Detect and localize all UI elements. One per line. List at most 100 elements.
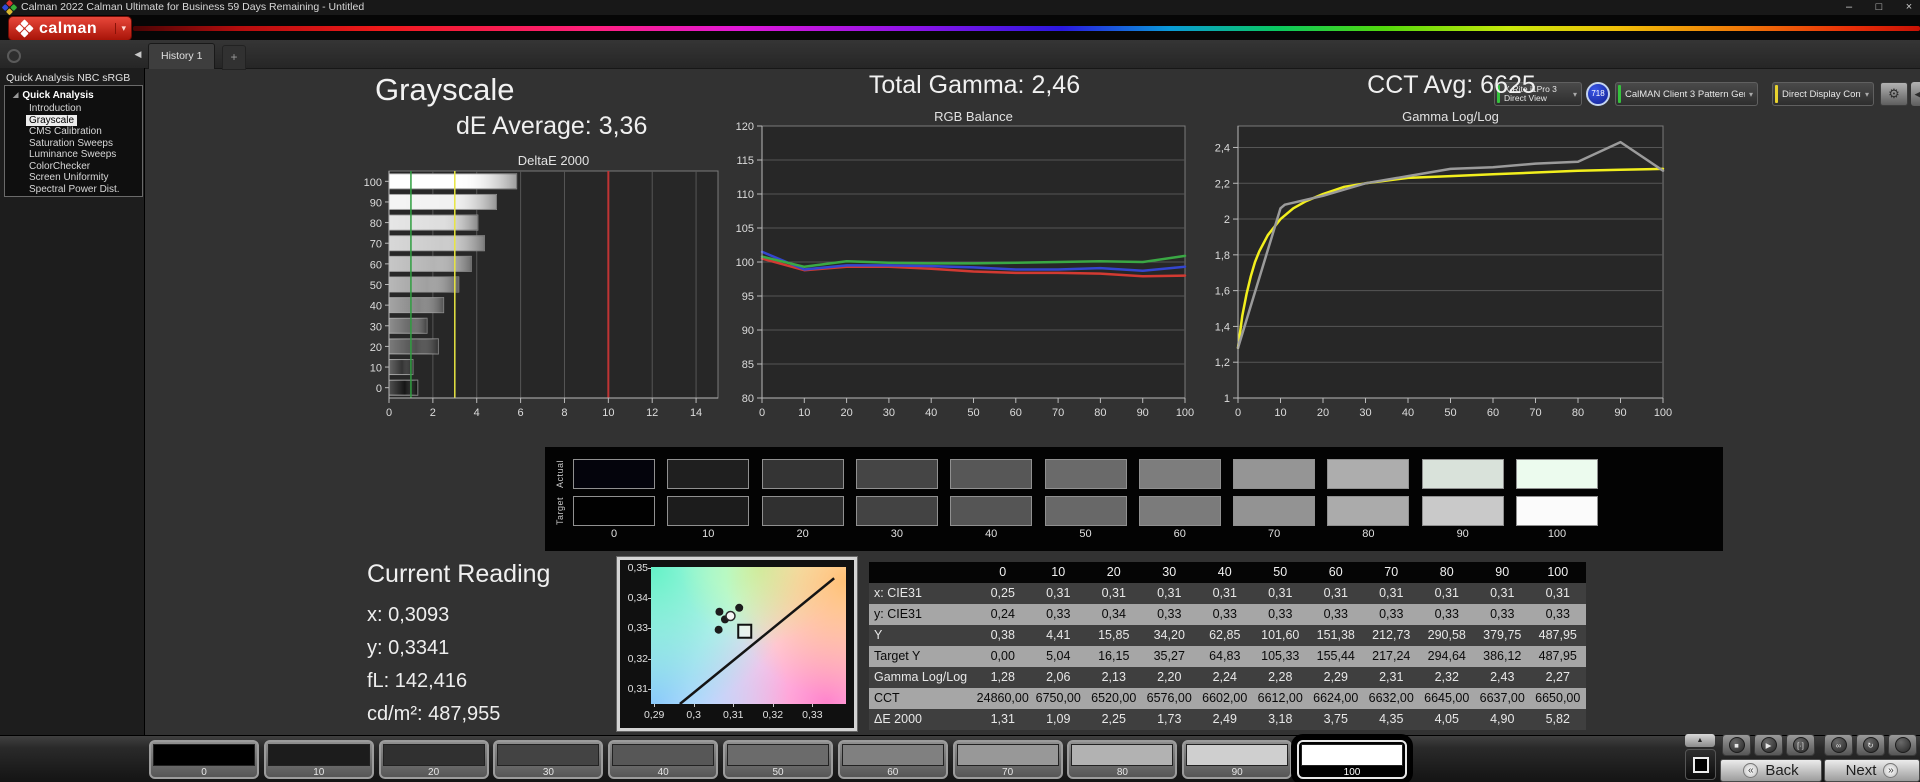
pattern-level-swatch [268, 744, 370, 766]
reading-cdm2: cd/m²: 487,955 [367, 698, 607, 731]
svg-text:1,2: 1,2 [1215, 357, 1230, 369]
table-cell: 15,85 [1086, 625, 1142, 646]
cie-x-tick: 0,33 [794, 709, 830, 721]
svg-text:105: 105 [736, 223, 754, 235]
loop-icon: ∞ [1831, 737, 1847, 753]
toolbar: ◀ History 1 + X-Rite i1Pro 3 Direct View… [0, 40, 1920, 69]
back-button[interactable]: « Back [1720, 759, 1822, 782]
actual-swatch-70 [1233, 459, 1315, 489]
table-cell: 487,95 [1530, 646, 1586, 667]
logo-row: calman ▾ [0, 15, 1920, 40]
sidebar-group-quick-analysis[interactable]: ◢Quick Analysis [13, 90, 142, 101]
pattern-level-button-50[interactable]: 50 [723, 740, 833, 779]
play-button[interactable]: ▶ [1754, 734, 1783, 756]
pattern-level-button-10[interactable]: 10 [264, 740, 374, 779]
table-cell: 217,24 [1364, 646, 1420, 667]
table-header-cell: 10 [1031, 562, 1087, 583]
table-row-label: ΔE 2000 [869, 709, 975, 730]
reading-x: x: 0,3093 [367, 599, 607, 632]
deltae-chart: 024681012141009080706050403020100 [300, 168, 740, 430]
loop-button[interactable]: ∞ [1824, 734, 1853, 756]
cie-x-tick: 0,3 [676, 709, 712, 721]
svg-text:20: 20 [1317, 407, 1329, 419]
swatch-level-label: 30 [856, 528, 938, 540]
pattern-level-button-90[interactable]: 90 [1182, 740, 1292, 779]
actual-swatch-0 [573, 459, 655, 489]
refresh-button[interactable]: ↻ [1856, 734, 1885, 756]
svg-text:12: 12 [646, 407, 658, 419]
table-row-label: Gamma Log/Log [869, 667, 975, 688]
chevron-down-icon: ▾ [1861, 90, 1873, 99]
cie-x-tickmark [694, 704, 695, 707]
sidebar-item-luminance-sweeps[interactable]: Luminance Sweeps [29, 149, 142, 161]
pattern-window-button[interactable] [1685, 749, 1716, 780]
minimize-button[interactable]: – [1838, 0, 1860, 15]
table-cell: 290,58 [1419, 625, 1475, 646]
svg-text:1,8: 1,8 [1215, 250, 1230, 262]
svg-text:10: 10 [798, 407, 810, 419]
pattern-level-button-0[interactable]: 0 [149, 740, 259, 779]
pattern-level-button-60[interactable]: 60 [838, 740, 948, 779]
close-button[interactable]: × [1898, 0, 1920, 15]
pattern-level-button-20[interactable]: 20 [379, 740, 489, 779]
table-row-target-y: Target Y0,005,0416,1535,2764,83105,33155… [869, 646, 1586, 667]
sidebar-item-saturation-sweeps[interactable]: Saturation Sweeps [29, 138, 142, 150]
gear-icon[interactable]: ⚙ [1880, 82, 1908, 106]
actual-swatch-40 [950, 459, 1032, 489]
total-gamma-value: Total Gamma: 2,46 [763, 71, 1186, 100]
table-cell: 4,35 [1364, 709, 1420, 730]
display-status-bar [1775, 85, 1778, 103]
window-title: Calman 2022 Calman Ultimate for Business… [21, 0, 364, 15]
table-cell: 1,73 [1142, 709, 1198, 730]
svg-text:0: 0 [386, 407, 392, 419]
target-swatch-30 [856, 496, 938, 526]
target-swatch-50 [1045, 496, 1127, 526]
sidebar-item-spectral-power-dist[interactable]: Spectral Power Dist. [29, 184, 142, 196]
table-row-cct: CCT24860,006750,006520,006576,006602,006… [869, 688, 1586, 709]
pattern-level-button-30[interactable]: 30 [493, 740, 603, 779]
calman-menu-button[interactable]: calman ▾ [8, 16, 132, 41]
next-button[interactable]: Next » [1824, 759, 1920, 782]
side-panel-arrow-button[interactable]: ◀ [1911, 82, 1920, 106]
table-cell: 2,25 [1086, 709, 1142, 730]
pattern-level-label: 80 [1069, 766, 1175, 779]
step-button[interactable]: [·] [1786, 734, 1815, 756]
new-tab-button[interactable]: + [222, 45, 246, 70]
pattern-level-button-80[interactable]: 80 [1067, 740, 1177, 779]
gamma-chart: 2,42,221,81,61,41,2101020304050607080901… [1210, 122, 1678, 424]
pattern-level-button-70[interactable]: 70 [953, 740, 1063, 779]
actual-swatch-20 [762, 459, 844, 489]
sidebar-item-grayscale[interactable]: Grayscale [26, 115, 77, 127]
sidebar-item-cms-calibration[interactable]: CMS Calibration [29, 126, 142, 138]
restore-button[interactable]: □ [1868, 0, 1890, 15]
grayscale-table: 0102030405060708090100x: CIE310,250,310,… [869, 562, 1586, 730]
svg-text:0: 0 [376, 383, 382, 395]
sidebar-item-introduction[interactable]: Introduction [29, 103, 142, 115]
pattern-level-swatch [957, 744, 1059, 766]
cie-y-tick: 0,34 [622, 592, 648, 604]
collapse-up-icon[interactable]: ▲ [1685, 734, 1715, 747]
sidebar-item-colorchecker[interactable]: ColorChecker [29, 161, 142, 173]
sidebar-item-screen-uniformity[interactable]: Screen Uniformity [29, 172, 142, 184]
table-cell: 6576,00 [1142, 688, 1198, 709]
display-control-dropdown-button[interactable]: Direct Display Control ▾ [1772, 82, 1874, 106]
extra-transport-button[interactable] [1888, 734, 1917, 756]
table-cell: 2,31 [1364, 667, 1420, 688]
swatch-level-label: 40 [950, 528, 1032, 540]
tab-history-1[interactable]: History 1 [148, 43, 215, 69]
svg-text:2: 2 [1224, 214, 1230, 226]
pattern-level-label: 100 [1299, 766, 1405, 779]
page-title: Grayscale [375, 72, 515, 108]
table-cell: 0,31 [1530, 583, 1586, 604]
target-swatch-40 [950, 496, 1032, 526]
cie-y-tick: 0,35 [622, 562, 648, 574]
table-cell: 0,33 [1031, 604, 1087, 625]
stop-button[interactable]: ■ [1722, 734, 1751, 756]
de-average-value: dE Average: 3,36 [456, 112, 647, 141]
table-cell: 6602,00 [1197, 688, 1253, 709]
pattern-level-button-40[interactable]: 40 [608, 740, 718, 779]
table-cell: 0,33 [1419, 604, 1475, 625]
sidebar-collapse-button[interactable]: ◀ [131, 45, 145, 63]
footer-bar: 010203040506070 80 90 100 ▲ ■ ▶ [·] ∞ ↻ « B… [0, 735, 1920, 782]
pattern-level-button-100[interactable]: 100 [1297, 740, 1407, 779]
